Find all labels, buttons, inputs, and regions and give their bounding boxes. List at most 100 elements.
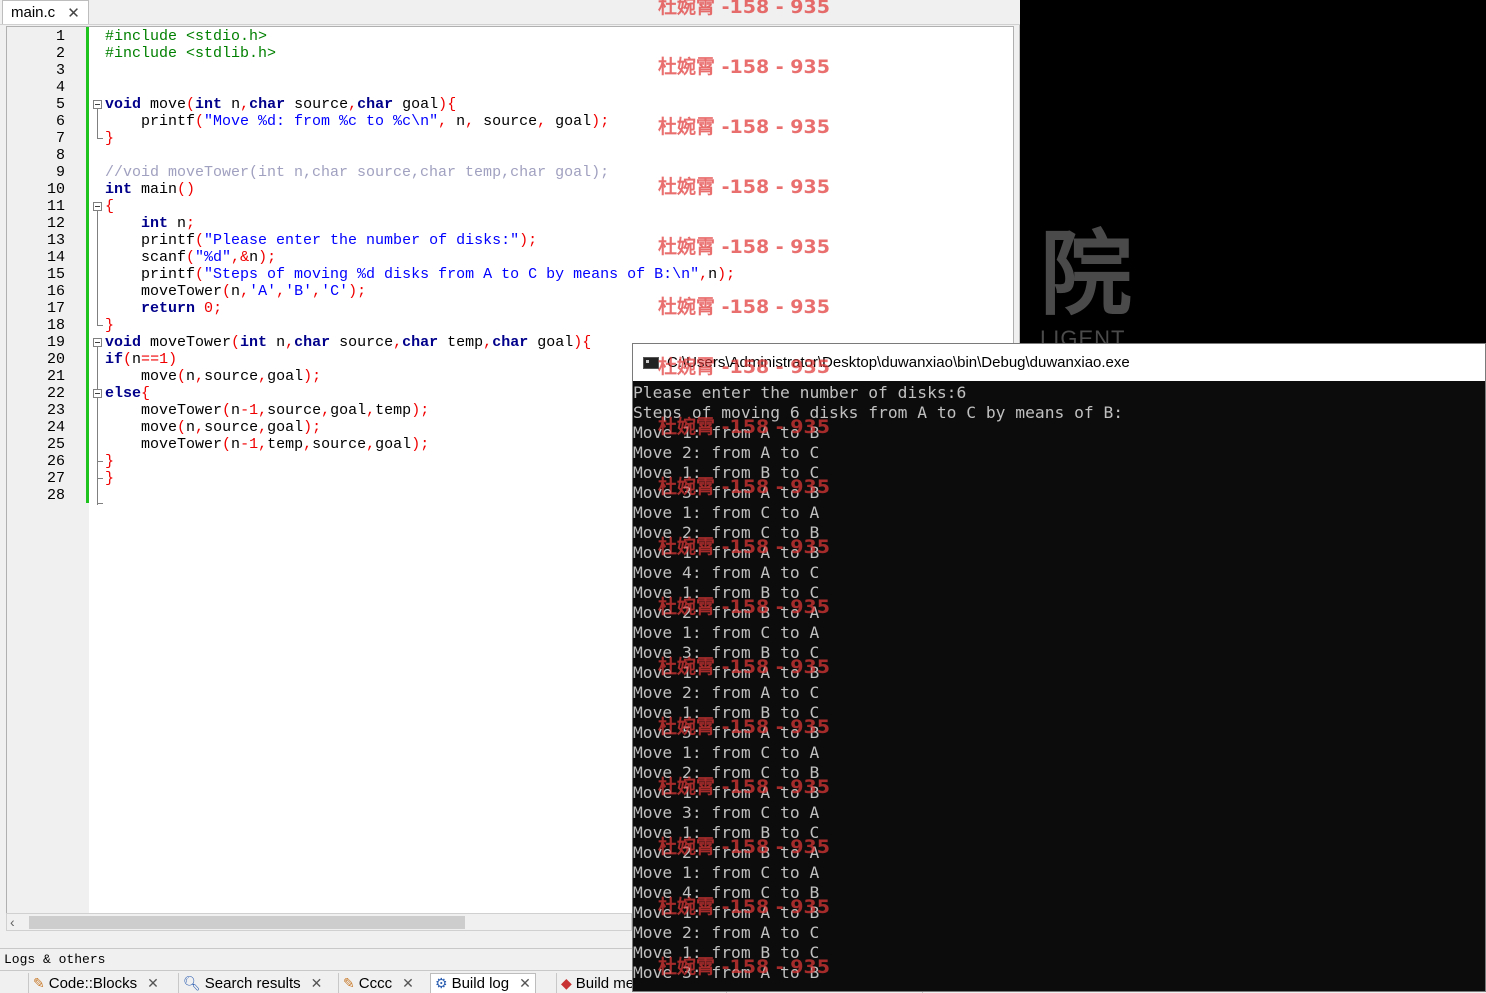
line-number: 21 — [46, 368, 65, 385]
fold-toggle-icon[interactable] — [93, 202, 102, 211]
console-line: Move 2: from A to C — [633, 923, 820, 942]
console-line: Move 4: from A to C — [633, 563, 820, 582]
console-line: Move 3: from A to B — [633, 963, 820, 982]
console-line: Move 4: from C to B — [633, 883, 820, 902]
fold-guide-end — [97, 503, 103, 504]
close-icon[interactable]: ✕ — [519, 975, 531, 992]
fold-toggle-icon[interactable] — [93, 100, 102, 109]
code-line: move(n,source,goal); — [105, 419, 322, 436]
line-number: 18 — [46, 317, 65, 334]
console-app-icon — [643, 356, 659, 369]
code-line: move(n,source,goal); — [105, 368, 322, 385]
horizontal-scrollbar[interactable]: ‹ — [6, 913, 632, 931]
pencil-icon: ✎ — [343, 974, 355, 991]
console-line: Steps of moving 6 disks from A to C by m… — [633, 403, 1124, 422]
logs-panel-title: Logs & others — [4, 952, 106, 967]
console-line: Move 2: from C to B — [633, 763, 820, 782]
line-number: 28 — [46, 487, 65, 504]
line-number: 16 — [46, 283, 65, 300]
line-number: 4 — [55, 79, 65, 96]
fold-guide-end — [97, 138, 103, 139]
console-line: Move 2: from C to B — [633, 523, 820, 542]
close-icon[interactable]: ✕ — [402, 975, 414, 992]
console-line: Move 1: from C to A — [633, 863, 820, 882]
line-number: 11 — [46, 198, 65, 215]
tab-label: main.c — [11, 4, 56, 21]
console-line: Move 1: from C to A — [633, 623, 820, 642]
tab-close-icon[interactable]: ✕ — [67, 4, 80, 22]
logs-tab-search-results[interactable]: 🔍︎ Search results ✕ — [178, 973, 326, 993]
console-title: C:\Users\Administrator\Desktop\duwanxiao… — [667, 354, 1130, 371]
magnifier-icon: 🔍︎ — [183, 974, 201, 991]
code-line: int n; — [141, 215, 196, 232]
code-line: } — [105, 453, 115, 470]
console-line: Move 1: from C to A — [633, 743, 820, 762]
logs-tab-cccc[interactable]: ✎ Cccc ✕ — [338, 973, 418, 993]
console-line: Move 1: from A to B — [633, 423, 820, 442]
logs-tab-code-blocks[interactable]: ✎ Code::Blocks ✕ — [28, 973, 163, 993]
scroll-left-icon[interactable]: ‹ — [10, 914, 15, 930]
close-icon[interactable]: ✕ — [311, 975, 323, 992]
code-line: #include <stdio.h> — [105, 28, 268, 45]
console-line: Please enter the number of disks:6 — [633, 383, 967, 402]
line-number: 20 — [46, 351, 65, 368]
logs-tab-label: Code::Blocks — [48, 974, 138, 992]
console-line: Move 5: from A to B — [633, 723, 820, 742]
fold-guide-end — [97, 325, 103, 326]
console-line: Move 1: from C to A — [633, 503, 820, 522]
fold-toggle-icon[interactable] — [93, 389, 102, 398]
console-line: Move 1: from A to B — [633, 543, 820, 562]
editor-tab-bar: main.c ✕ — [0, 0, 1020, 25]
tab-main-c[interactable]: main.c ✕ — [2, 0, 89, 24]
fold-guide — [97, 109, 98, 139]
line-number: 22 — [46, 385, 65, 402]
code-line: { — [105, 198, 115, 215]
console-line: Move 1: from B to C — [633, 823, 820, 842]
close-icon[interactable]: ✕ — [147, 975, 159, 992]
logs-tab-label: Build log — [451, 975, 510, 992]
fold-toggle-icon[interactable] — [93, 338, 102, 347]
line-number: 23 — [46, 402, 65, 419]
console-line: Move 3: from A to B — [633, 483, 820, 502]
console-line: Move 3: from C to A — [633, 803, 820, 822]
code-line: moveTower(n,'A','B','C'); — [105, 283, 367, 300]
code-line: printf("Please enter the number of disks… — [105, 232, 538, 249]
line-number: 25 — [46, 436, 65, 453]
fold-guide — [97, 398, 98, 462]
code-line: void moveTower(int n,char source,char te… — [105, 334, 592, 351]
line-number: 15 — [46, 266, 65, 283]
code-line: #include <stdlib.h> — [105, 45, 277, 62]
line-number: 27 — [46, 470, 65, 487]
fold-guide — [97, 479, 98, 505]
code-line: moveTower(n-1,temp,source,goal); — [105, 436, 430, 453]
line-number: 13 — [46, 232, 65, 249]
line-number: 24 — [46, 419, 65, 436]
console-line: Move 3: from B to C — [633, 643, 820, 662]
console-line: Move 2: from B to A — [633, 603, 820, 622]
line-number: 9 — [55, 164, 65, 181]
line-number: 6 — [55, 113, 65, 130]
code-line: printf("Move %d: from %c to %c\n", n, so… — [105, 113, 610, 130]
console-output: Please enter the number of disks:6 Steps … — [633, 381, 1485, 991]
code-line: moveTower(n-1,source,goal,temp); — [105, 402, 430, 419]
console-line: Move 1: from B to C — [633, 703, 820, 722]
code-line: } — [105, 130, 115, 147]
console-window[interactable]: C:\Users\Administrator\Desktop\duwanxiao… — [632, 343, 1486, 992]
scrollbar-thumb[interactable] — [29, 916, 465, 929]
code-line: return 0; — [141, 300, 223, 317]
pencil-icon: ✎ — [33, 974, 45, 991]
gear-icon: ⚙ — [435, 975, 448, 991]
line-number: 14 — [46, 249, 65, 266]
background-logo-char: 院 — [1040, 220, 1133, 328]
logs-tab-build-log[interactable]: ⚙ Build log ✕ — [430, 973, 536, 993]
line-number: 1 — [55, 28, 65, 45]
line-number: 10 — [46, 181, 65, 198]
console-line: Move 1: from B to C — [633, 463, 820, 482]
console-line: Move 2: from B to A — [633, 843, 820, 862]
console-line: Move 1: from B to C — [633, 583, 820, 602]
code-line: } — [105, 317, 115, 334]
fold-guide-end — [97, 461, 103, 462]
code-line: else{ — [105, 385, 151, 402]
console-title-bar[interactable]: C:\Users\Administrator\Desktop\duwanxiao… — [633, 344, 1485, 381]
line-number: 12 — [46, 215, 65, 232]
